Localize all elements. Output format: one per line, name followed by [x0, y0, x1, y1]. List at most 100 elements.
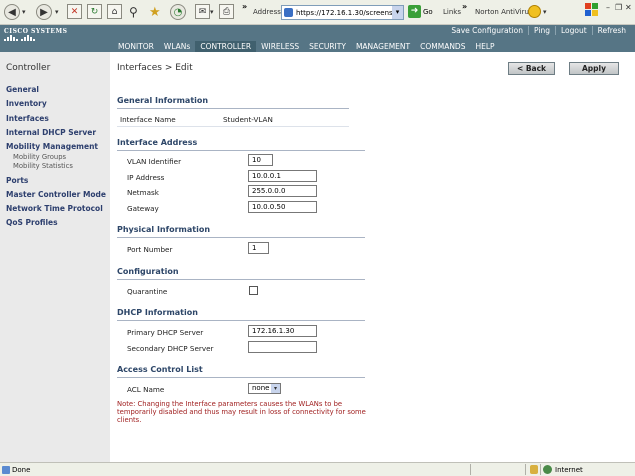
mail-icon[interactable]: ✉ [195, 4, 210, 19]
port-number-label: Port Number [127, 245, 173, 254]
toolbar-overflow-icon[interactable]: » [242, 2, 247, 11]
close-icon[interactable]: ✕ [625, 3, 632, 12]
apply-button[interactable]: Apply [569, 62, 619, 75]
sidebar-subitem-mobility-statistics[interactable]: Mobility Statistics [13, 162, 73, 170]
status-divider [470, 464, 471, 475]
sidebar-subitem-mobility-groups[interactable]: Mobility Groups [13, 153, 66, 161]
address-label: Address [253, 8, 281, 16]
divider [117, 150, 365, 151]
sidebar-item-mobility-management[interactable]: Mobility Management [6, 142, 98, 151]
cisco-logo: CISCO SYSTEMS [4, 28, 68, 35]
sidebar-item-master-controller-mode[interactable]: Master Controller Mode [6, 190, 106, 199]
nav-wlans[interactable]: WLANs [159, 41, 195, 52]
main-content: Interfaces > Edit < Back Apply General I… [110, 52, 635, 462]
gateway-label: Gateway [127, 204, 159, 213]
cisco-logo-bars-icon [4, 35, 35, 41]
general-information-heading: General Information [117, 96, 209, 105]
port-number-input[interactable]: 1 [248, 242, 269, 254]
primary-dhcp-server-input[interactable]: 172.16.1.30 [248, 325, 317, 337]
address-url: https://172.16.1.30/screens/frz [296, 9, 404, 17]
nav-management[interactable]: MANAGEMENT [351, 41, 415, 52]
norton-dropdown-icon[interactable]: ▾ [543, 4, 547, 20]
norton-antivirus-button[interactable]: Norton AntiVirus [475, 8, 533, 16]
quarantine-label: Quarantine [127, 287, 168, 296]
security-zone-label: Internet [555, 466, 583, 474]
nav-security[interactable]: SECURITY [304, 41, 351, 52]
status-bar: Done Internet [0, 462, 635, 476]
address-input[interactable]: https://172.16.1.30/screens/frz ▾ [281, 5, 404, 20]
interface-name-value: Student-VLAN [223, 115, 273, 124]
quarantine-checkbox[interactable] [249, 286, 258, 295]
sidebar-item-inventory[interactable]: Inventory [6, 99, 47, 108]
divider [117, 126, 349, 127]
internet-zone-icon [543, 465, 552, 474]
windows-logo-icon [585, 3, 598, 16]
lock-icon[interactable] [530, 465, 538, 474]
history-icon[interactable]: ◔ [170, 4, 186, 20]
configuration-heading: Configuration [117, 267, 179, 276]
mail-dropdown-icon[interactable]: ▾ [210, 4, 214, 20]
sidebar-item-interfaces[interactable]: Interfaces [6, 114, 49, 123]
warning-note: Note: Changing the Interface parameters … [117, 400, 366, 424]
page-status-icon [2, 466, 10, 474]
nav-wireless[interactable]: WIRELESS [256, 41, 304, 52]
sidebar-title: Controller [6, 63, 51, 73]
refresh-link[interactable]: Refresh [591, 26, 631, 35]
sidebar-item-ports[interactable]: Ports [6, 176, 28, 185]
back-button[interactable]: < Back [508, 62, 555, 75]
back-arrow-icon[interactable]: ◀ [4, 4, 20, 20]
back-dropdown-icon[interactable]: ▾ [22, 4, 26, 20]
browser-toolbar: ◀ ▾ ▶ ▾ ✕ ↻ ⌂ ⚲ ★ ◔ ✉ ▾ ⎙ » Address http… [0, 0, 635, 25]
refresh-icon[interactable]: ↻ [87, 4, 102, 19]
divider [117, 237, 365, 238]
acl-name-selected: none [252, 384, 270, 392]
netmask-input[interactable]: 255.0.0.0 [248, 185, 317, 197]
dhcp-information-heading: DHCP Information [117, 308, 198, 317]
chevron-down-icon[interactable]: ▾ [271, 384, 280, 393]
forward-dropdown-icon[interactable]: ▾ [55, 4, 59, 20]
divider [117, 320, 365, 321]
page-icon [284, 8, 293, 17]
sidebar-item-internal-dhcp-server[interactable]: Internal DHCP Server [6, 128, 96, 137]
nav-controller[interactable]: CONTROLLER [195, 41, 257, 52]
norton-icon[interactable] [528, 5, 541, 18]
print-icon[interactable]: ⎙ [219, 4, 234, 19]
cisco-header: CISCO SYSTEMS Save Configuration Ping Lo… [0, 25, 635, 52]
vlan-identifier-label: VLAN Identifier [127, 157, 182, 166]
forward-arrow-icon[interactable]: ▶ [36, 4, 52, 20]
acl-name-select[interactable]: none ▾ [248, 383, 281, 394]
stop-icon[interactable]: ✕ [67, 4, 82, 19]
favorites-star-icon[interactable]: ★ [149, 4, 161, 20]
nav-monitor[interactable]: MONITOR [113, 41, 159, 52]
search-icon[interactable]: ⚲ [129, 4, 138, 20]
links-button[interactable]: Links [443, 8, 461, 16]
links-overflow-icon[interactable]: » [462, 2, 467, 11]
acl-name-label: ACL Name [127, 385, 165, 394]
primary-dhcp-server-label: Primary DHCP Server [127, 328, 204, 337]
sidebar-item-network-time-protocol[interactable]: Network Time Protocol [6, 204, 103, 213]
minimize-icon[interactable]: – [606, 3, 610, 12]
address-dropdown-icon[interactable]: ▾ [392, 6, 403, 19]
home-icon[interactable]: ⌂ [107, 4, 122, 19]
save-configuration-link[interactable]: Save Configuration [446, 26, 528, 35]
logout-link[interactable]: Logout [554, 26, 592, 35]
sidebar: Controller General Inventory Interfaces … [0, 52, 110, 462]
go-arrow-icon[interactable]: ➜ [408, 5, 421, 18]
interface-address-heading: Interface Address [117, 138, 198, 147]
ping-link[interactable]: Ping [528, 26, 555, 35]
divider [117, 108, 349, 109]
physical-information-heading: Physical Information [117, 225, 211, 234]
gateway-input[interactable]: 10.0.0.50 [248, 201, 317, 213]
secondary-dhcp-server-input[interactable] [248, 341, 317, 353]
secondary-dhcp-server-label: Secondary DHCP Server [127, 344, 214, 353]
status-divider [525, 464, 526, 475]
ip-address-input[interactable]: 10.0.0.1 [248, 170, 317, 182]
page-title: Interfaces > Edit [117, 63, 193, 73]
vlan-identifier-input[interactable]: 10 [248, 154, 273, 166]
restore-icon[interactable]: ❐ [615, 3, 622, 12]
nav-help[interactable]: HELP [470, 41, 499, 52]
sidebar-item-general[interactable]: General [6, 85, 39, 94]
nav-commands[interactable]: COMMANDS [415, 41, 470, 52]
go-button[interactable]: Go [423, 8, 433, 16]
sidebar-item-qos-profiles[interactable]: QoS Profiles [6, 218, 58, 227]
